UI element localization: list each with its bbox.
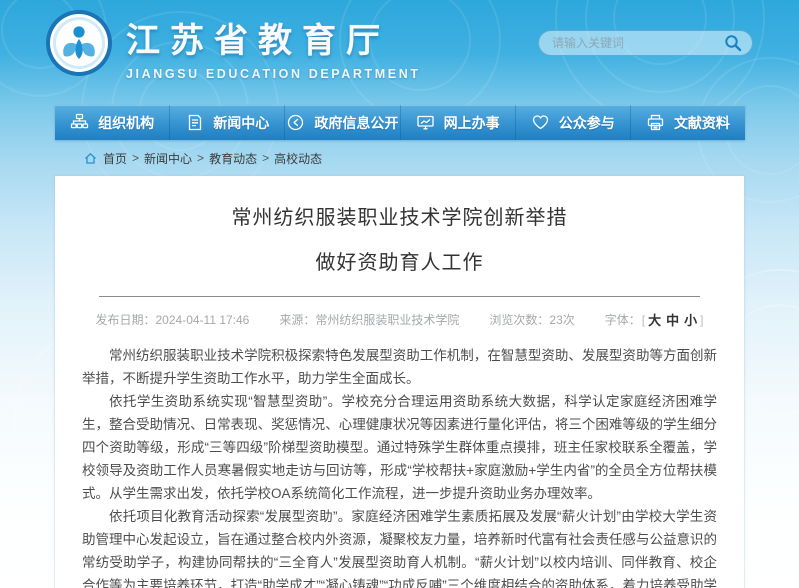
- font-size-medium-button[interactable]: 中: [666, 310, 679, 329]
- search-icon[interactable]: [724, 34, 742, 52]
- article-paragraph: 依托学生资助系统实现“智慧型资助”。学校充分合理运用资助系统大数据，科学认定家庭…: [82, 390, 717, 505]
- font-size-small-button[interactable]: 小: [684, 310, 697, 329]
- breadcrumb-home[interactable]: 首页: [103, 150, 127, 167]
- publish-date: 发布日期： 2024-04-11 17:46: [95, 311, 249, 328]
- info-disclosure-icon: [286, 113, 305, 132]
- search-box: [538, 30, 753, 56]
- article-paragraph: 常州纺织服装职业技术学院积极探索特色发展型资助工作机制，在智慧型资助、发展型资助…: [82, 344, 717, 390]
- online-services-icon: [416, 113, 435, 132]
- site-name: 江苏省教育厅: [126, 13, 421, 62]
- article-title: 常州纺织服装职业技术学院创新举措 做好资助育人工作: [95, 196, 704, 286]
- nav-item-organization[interactable]: 组织机构: [55, 105, 170, 140]
- nav-label: 文献资料: [674, 113, 730, 133]
- nav-label: 组织机构: [98, 113, 154, 133]
- article-paragraph: 依托项目化教育活动探索“发展型资助”。家庭经济困难学生素质拓展及发展“薪火计划”…: [82, 505, 717, 588]
- article-body: 常州纺织服装职业技术学院积极探索特色发展型资助工作机制，在智慧型资助、发展型资助…: [82, 344, 717, 588]
- public-participation-heart-icon: [531, 113, 550, 132]
- site-logo[interactable]: [44, 8, 114, 78]
- breadcrumb-separator: >: [262, 151, 269, 165]
- nav-label: 新闻中心: [213, 113, 269, 133]
- news-icon: [185, 113, 204, 132]
- breadcrumb-separator: >: [197, 151, 204, 165]
- article-title-line2: 做好资助育人工作: [95, 241, 704, 286]
- breadcrumb-separator: >: [132, 151, 139, 165]
- nav-label: 公众参与: [559, 113, 615, 133]
- nav-item-online-services[interactable]: 网上办事: [401, 105, 516, 140]
- breadcrumb-education-news[interactable]: 教育动态: [209, 150, 257, 167]
- breadcrumb-news-center[interactable]: 新闻中心: [144, 150, 192, 167]
- nav-item-news-center[interactable]: 新闻中心: [170, 105, 285, 140]
- home-icon[interactable]: [84, 152, 97, 165]
- nav-item-gov-info-disclosure[interactable]: 政府信息公开: [285, 105, 400, 140]
- title-divider: [99, 296, 700, 297]
- org-chart-icon: [70, 113, 89, 132]
- article-card: 常州纺织服装职业技术学院创新举措 做好资助育人工作 发布日期： 2024-04-…: [55, 176, 744, 588]
- nav-item-public-participation[interactable]: 公众参与: [516, 105, 631, 140]
- nav-label: 政府信息公开: [314, 113, 398, 133]
- article-source: 来源： 常州纺织服装职业技术学院: [279, 311, 459, 328]
- page: 江苏省教育厅 JIANGSU EDUCATION DEPARTMENT: [0, 0, 799, 588]
- nav-item-documents[interactable]: 文献资料: [631, 105, 745, 140]
- site-title-block[interactable]: 江苏省教育厅 JIANGSU EDUCATION DEPARTMENT: [126, 13, 421, 81]
- article-meta: 发布日期： 2024-04-11 17:46 来源： 常州纺织服装职业技术学院 …: [55, 310, 744, 329]
- breadcrumb: 首页 > 新闻中心 > 教育动态 > 高校动态: [84, 149, 322, 167]
- site-name-english: JIANGSU EDUCATION DEPARTMENT: [126, 67, 421, 81]
- bracket-open: [: [642, 313, 645, 327]
- font-size-control: 字体： [ 大 中 小 ]: [605, 310, 704, 329]
- search-input[interactable]: [552, 36, 724, 50]
- main-nav: 组织机构 新闻中心 政府信息公开: [55, 105, 745, 140]
- article-title-line1: 常州纺织服装职业技术学院创新举措: [95, 196, 704, 241]
- view-count: 浏览次数： 23次: [489, 311, 574, 328]
- font-size-large-button[interactable]: 大: [648, 310, 661, 329]
- breadcrumb-university-news[interactable]: 高校动态: [274, 150, 322, 167]
- documents-printer-icon: [646, 113, 665, 132]
- bracket-close: ]: [700, 313, 703, 327]
- nav-label: 网上办事: [444, 113, 500, 133]
